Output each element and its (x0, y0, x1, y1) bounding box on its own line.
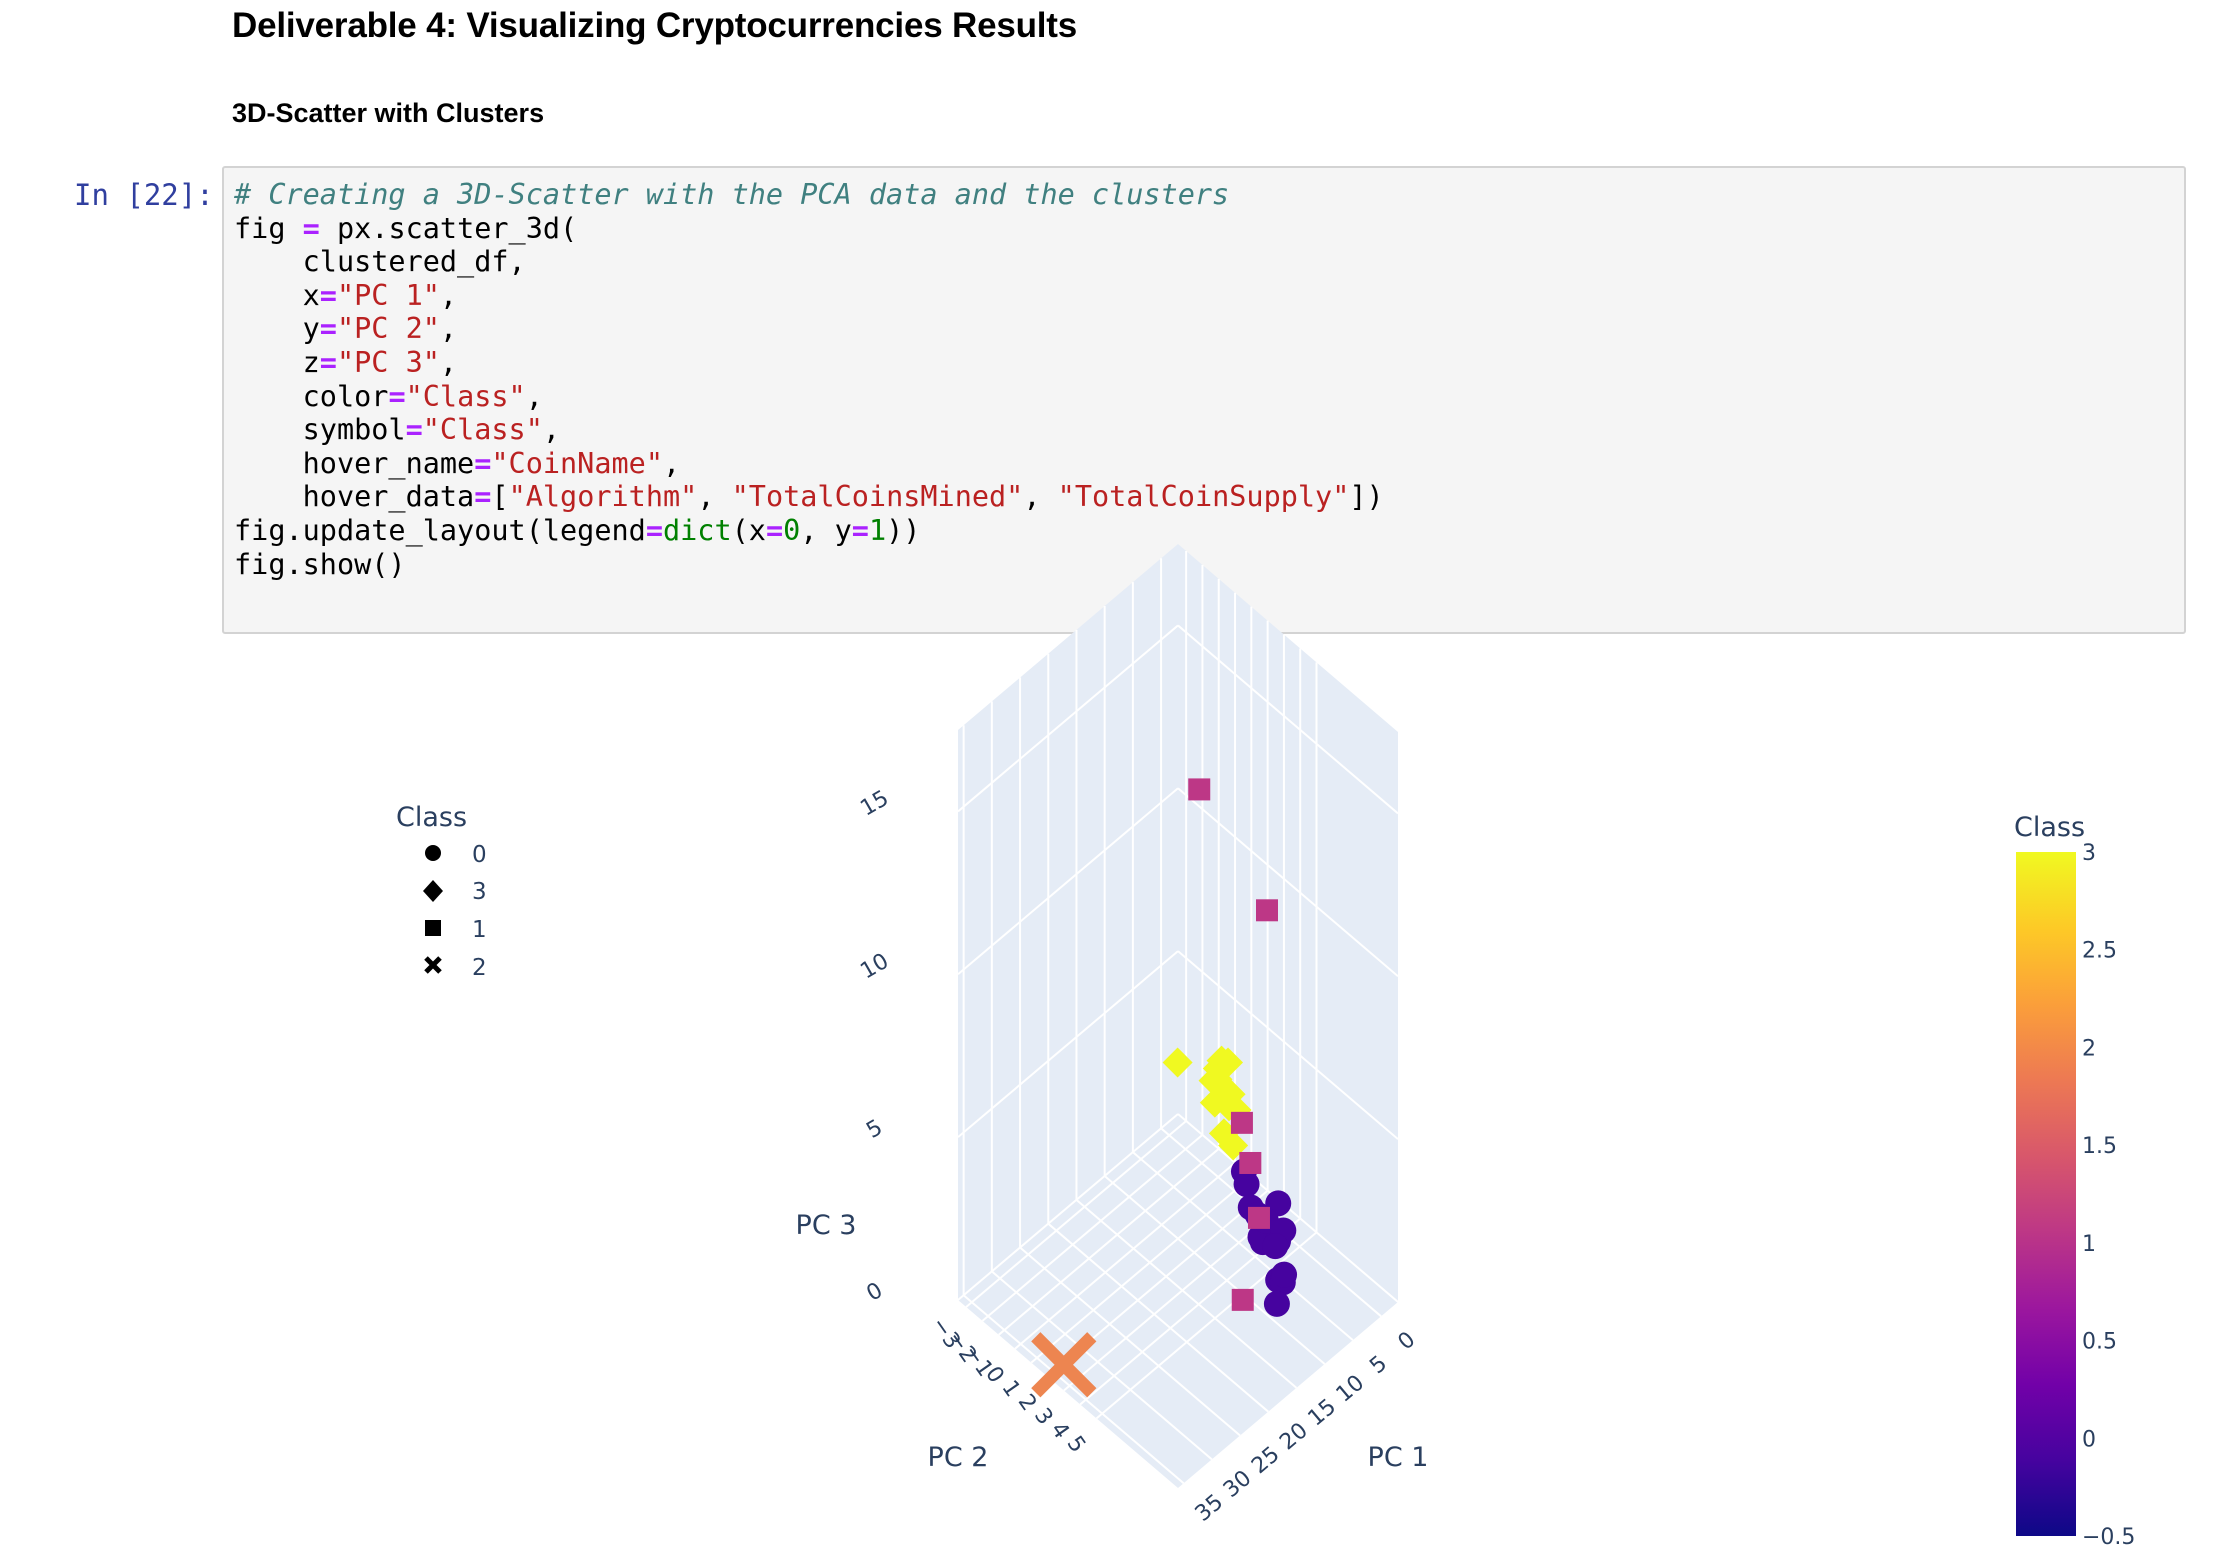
data-point[interactable] (1256, 899, 1279, 922)
scene-3d[interactable]: 05101520253035−3−2−1012345051015PC 1PC 2… (796, 544, 1429, 1527)
colorbar-tick-label: 2 (2082, 1036, 2096, 1061)
legend-label: 0 (472, 842, 487, 868)
colorbar: Class 3 2.5 2 1.5 1 0.5 0 −0.5 (2014, 812, 2135, 1550)
colorbar-tick-label: 3 (2082, 841, 2096, 866)
colorbar-tick-label: −0.5 (2082, 1525, 2135, 1550)
data-point[interactable] (1230, 1111, 1253, 1134)
data-point[interactable] (1271, 1261, 1298, 1288)
legend-label: 3 (472, 879, 487, 905)
x-tick-label: 5 (1365, 1351, 1392, 1379)
data-point[interactable] (1239, 1151, 1262, 1174)
colorbar-tick-label: 0.5 (2082, 1330, 2117, 1355)
colorbar-tick-label: 0 (2082, 1427, 2096, 1452)
colorbar-title: Class (2014, 812, 2085, 843)
x-tick-label: 35 (1191, 1490, 1229, 1527)
square-icon (425, 920, 441, 936)
legend-label: 1 (472, 917, 487, 943)
z-tick-label: 10 (856, 949, 893, 985)
y-tick-label: 5 (1062, 1432, 1091, 1458)
colorbar-gradient (2016, 852, 2076, 1536)
legend-item-3[interactable]: 3 (423, 879, 487, 905)
x-tick-label: 15 (1304, 1394, 1342, 1431)
data-point[interactable] (1188, 778, 1211, 801)
plot-3d-scatter[interactable]: 05101520253035−3−2−1012345051015PC 1PC 2… (0, 0, 2216, 1558)
colorbar-tick-label: 1 (2082, 1232, 2096, 1257)
circle-icon (425, 845, 441, 861)
x-tick-label: 30 (1219, 1466, 1257, 1503)
x-tick-label: 10 (1332, 1370, 1370, 1407)
x-icon (424, 956, 442, 974)
z-tick-label: 15 (856, 786, 893, 822)
x-tick-label: 20 (1275, 1418, 1313, 1455)
z-tick-label: 5 (862, 1115, 887, 1144)
legend-item-0[interactable]: 0 (425, 842, 487, 868)
legend-item-2[interactable]: 2 (424, 955, 487, 981)
y-axis-title: PC 2 (928, 1442, 989, 1473)
diamond-icon (423, 880, 443, 902)
data-point[interactable] (1262, 1233, 1289, 1260)
data-point[interactable] (1233, 1171, 1260, 1198)
data-point[interactable] (1231, 1288, 1254, 1311)
x-axis-title: PC 1 (1368, 1442, 1429, 1473)
data-point[interactable] (1263, 1290, 1290, 1317)
data-point[interactable] (1247, 1206, 1270, 1229)
legend-item-1[interactable]: 1 (425, 917, 487, 943)
legend-title: Class (396, 802, 467, 833)
legend[interactable]: Class 0 3 1 2 (396, 802, 487, 981)
x-tick-label: 0 (1394, 1327, 1421, 1355)
colorbar-tick-label: 1.5 (2082, 1134, 2117, 1159)
z-tick-label: 0 (862, 1278, 887, 1307)
z-axis-title: PC 3 (796, 1210, 857, 1241)
colorbar-tick-label: 2.5 (2082, 939, 2117, 964)
legend-label: 2 (472, 955, 487, 981)
x-tick-label: 25 (1247, 1442, 1285, 1479)
